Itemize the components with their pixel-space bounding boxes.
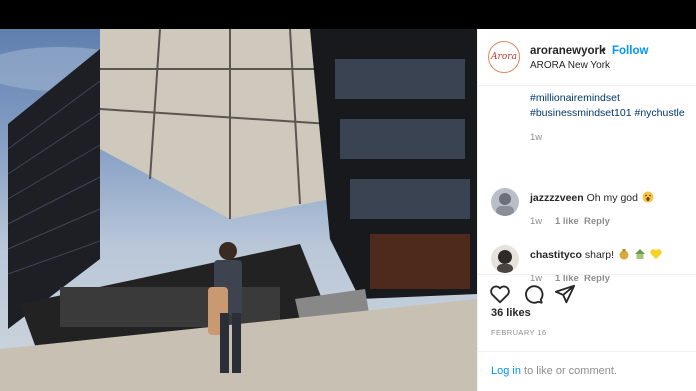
- hashtag-line-2[interactable]: #businessmindset101 #nychustle: [530, 107, 685, 119]
- comment-1-likes[interactable]: 1 like: [555, 216, 579, 227]
- login-link[interactable]: Log in: [491, 365, 521, 377]
- comment-icon[interactable]: [522, 283, 544, 305]
- heart-icon[interactable]: [489, 283, 511, 305]
- building-photo-illustration: [0, 29, 477, 391]
- top-black-bar: [0, 0, 696, 29]
- post-side-panel: Arora aroranewyork • Follow ARORA New Yo…: [477, 29, 696, 391]
- house-icon: [634, 249, 645, 259]
- username-link[interactable]: aroranewyork: [530, 45, 605, 57]
- comment-1-time: 1w: [530, 216, 543, 227]
- comment-username[interactable]: jazzzzveen: [530, 192, 584, 204]
- likes-count[interactable]: 36 likes: [491, 307, 531, 319]
- login-prompt-rest: to like or comment.: [520, 365, 617, 377]
- post-photo[interactable]: [0, 29, 477, 391]
- login-prompt-bar: Log in to like or comment.: [478, 351, 696, 391]
- screaming-face-icon: [642, 191, 654, 203]
- separator-dot: •: [602, 44, 606, 56]
- comment-2-text: chastityco sharp!: [530, 248, 662, 261]
- comments-scroll-area[interactable]: #millionairemindset #businessmindset101 …: [478, 86, 696, 296]
- yellow-heart-icon: [650, 249, 662, 259]
- comment-avatar[interactable]: [491, 245, 519, 273]
- comment-body: sharp!: [584, 249, 615, 261]
- money-bag-icon: [619, 249, 629, 260]
- login-prompt: Log in to like or comment.: [491, 365, 617, 377]
- follow-button[interactable]: Follow: [612, 45, 648, 57]
- hashtag-line-1[interactable]: #millionairemindset: [530, 92, 620, 104]
- caption-time: 1w: [530, 132, 543, 143]
- post-header: Arora aroranewyork • Follow ARORA New Yo…: [478, 29, 696, 86]
- avatar-logo-text: Arora: [491, 52, 517, 62]
- comment-avatar[interactable]: [491, 188, 519, 216]
- comment-body: Oh my god: [586, 192, 638, 204]
- comment-1-text: jazzzzveen Oh my god: [530, 191, 654, 204]
- location-link[interactable]: ARORA New York: [530, 60, 610, 71]
- comment-1-reply-button[interactable]: Reply: [584, 216, 610, 227]
- comment-username[interactable]: chastityco: [530, 249, 582, 261]
- profile-avatar[interactable]: Arora: [488, 41, 520, 73]
- share-icon[interactable]: [554, 283, 576, 305]
- post-date: FEBRUARY 16: [491, 328, 547, 337]
